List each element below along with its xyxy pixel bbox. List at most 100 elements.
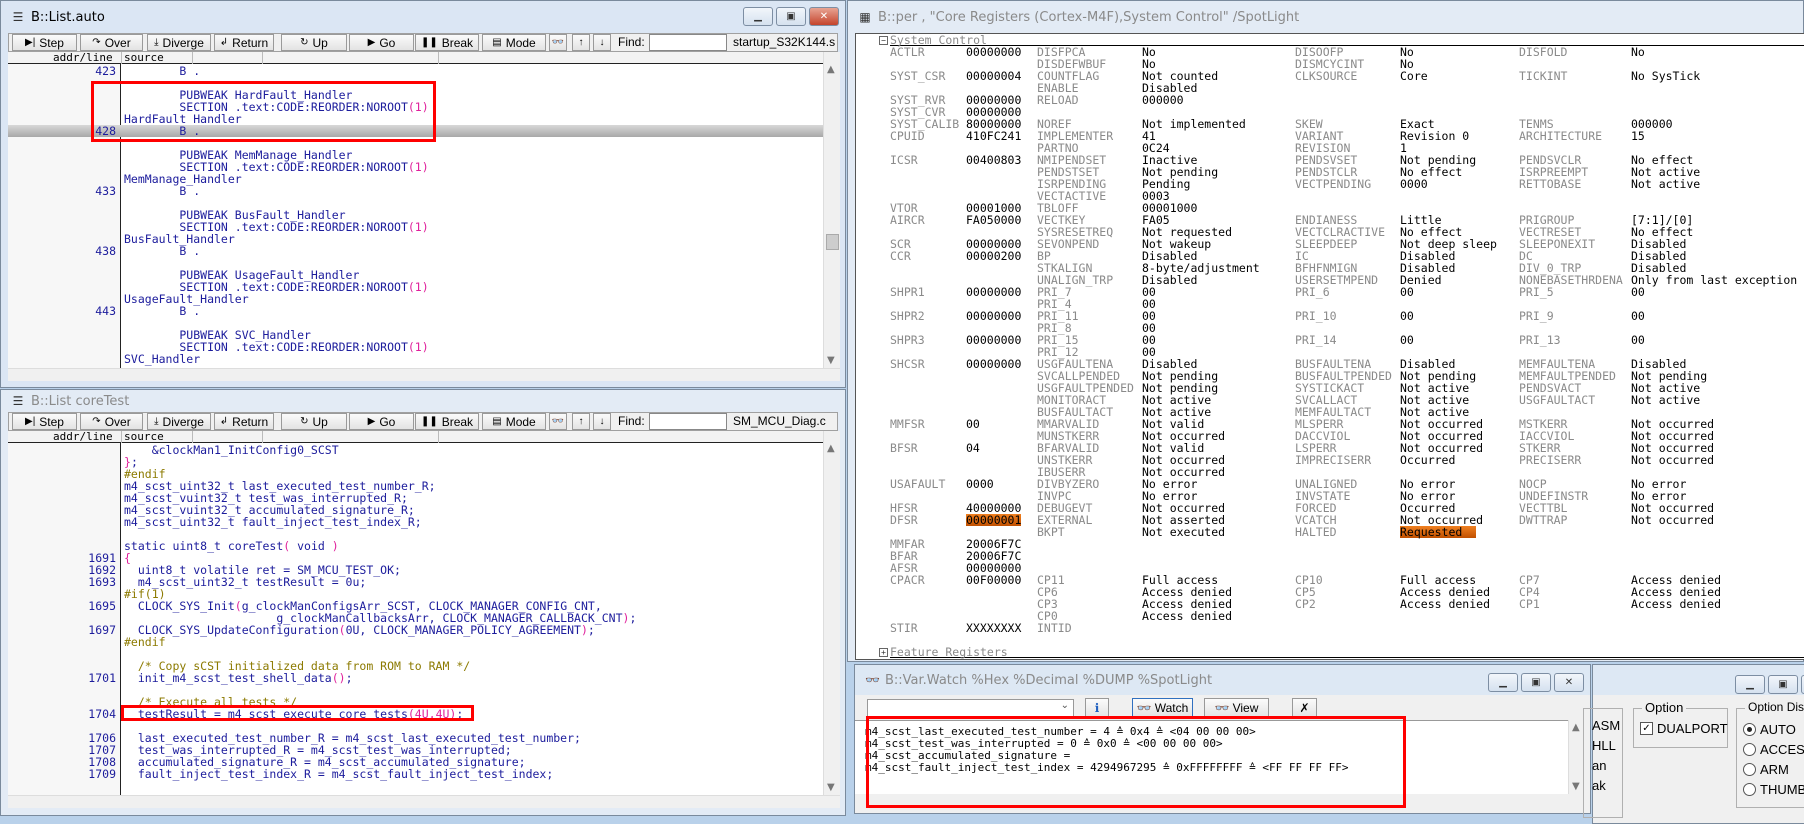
register-value[interactable]: 00000001 — [966, 514, 1022, 526]
view-glasses-button[interactable]: 👓 — [549, 413, 567, 430]
option-asm[interactable]: ASM — [1592, 718, 1620, 733]
radio-arm[interactable]: ARM — [1743, 762, 1789, 777]
minimize-button[interactable]: ▁ — [743, 7, 773, 26]
source-listing[interactable]: &clockMan1_InitConfig0_SCST}; #endif m4_sc… — [8, 443, 823, 795]
field-value[interactable]: Not occurred — [1631, 514, 1714, 526]
field-value[interactable]: 00 — [1400, 286, 1414, 298]
register-row[interactable]: UNSTKERR Not occurred IMPRECISERR Occurred P… — [856, 454, 1804, 466]
code-line[interactable]: 1701 init_m4_scst_test_shell_data(); — [8, 672, 823, 684]
title-bar[interactable]: 👓 B::Var.Watch %Hex %Decimal %DUMP %SpotL… — [855, 665, 1590, 695]
delete-button[interactable]: ✗ — [1292, 698, 1317, 718]
register-value[interactable]: 00000000 — [966, 358, 1021, 370]
code-line[interactable]: 423 B . — [8, 65, 823, 77]
over-button[interactable]: ↷ Over — [80, 34, 143, 51]
code-line[interactable]: SVC_Handler — [8, 353, 823, 365]
view-button[interactable]: 👓 View — [1204, 698, 1269, 718]
radio-access[interactable]: ACCESS — [1743, 742, 1804, 757]
dualport-checkbox[interactable]: ✓ DUALPORT — [1640, 721, 1728, 736]
register-value[interactable]: XXXXXXXX — [966, 622, 1021, 634]
down-frame-button[interactable]: ↓ — [593, 413, 611, 430]
register-value[interactable]: 00000000 — [966, 334, 1021, 346]
register-value[interactable]: 00000004 — [966, 70, 1021, 82]
option-hll[interactable]: HLL — [1592, 738, 1616, 753]
radio-thumb[interactable]: THUMB — [1743, 782, 1804, 797]
return-button[interactable]: ↲ Return — [214, 413, 274, 430]
step-button[interactable]: ▶| Step — [12, 413, 77, 430]
diverge-button[interactable]: ⤓ Diverge — [147, 34, 211, 51]
register-row[interactable]: SHPR3 00000000 PRI_15 00 PRI_14 00 PRI_13 00 — [856, 334, 1804, 346]
register-value[interactable]: 00400803 — [966, 154, 1021, 166]
code-line[interactable]: 443 B . — [8, 305, 823, 317]
watch-button[interactable]: 👓 Watch — [1132, 698, 1193, 718]
field-value[interactable]: Not active — [1631, 178, 1700, 190]
field-value[interactable]: Access denied — [1631, 598, 1721, 610]
option-mixed[interactable]: an — [1592, 758, 1606, 773]
section-feature-registers[interactable]: Feature Registers — [890, 646, 1804, 658]
register-row[interactable]: STIR XXXXXXXX INTID — [856, 622, 1804, 634]
code-line[interactable]: m4_scst_uint32_t fault_inject_test_index… — [8, 516, 823, 528]
option-break[interactable]: ak — [1592, 778, 1606, 793]
down-frame-button[interactable]: ↓ — [593, 34, 611, 51]
register-value[interactable]: 04 — [966, 442, 980, 454]
return-button[interactable]: ↲ Return — [214, 34, 274, 51]
field-value[interactable]: Not active — [1631, 394, 1700, 406]
vertical-scrollbar[interactable]: ▲ ▼ — [823, 52, 840, 368]
radio-auto[interactable]: AUTO — [1743, 722, 1796, 737]
minimize-button[interactable]: ▁ — [1488, 673, 1518, 692]
addr-line-header[interactable]: addr/line — [53, 431, 113, 443]
field-value[interactable]: 0000 — [1400, 178, 1428, 190]
scroll-down-icon[interactable]: ▼ — [827, 782, 835, 793]
code-line[interactable]: 1709 fault_inject_test_index_R = m4_scst… — [8, 768, 823, 780]
register-row[interactable]: SHPR2 00000000 PRI_11 00 PRI_10 00 PRI_9 00 — [856, 310, 1804, 322]
code-line[interactable]: #endif — [8, 636, 823, 648]
go-button[interactable]: ▶ Go — [349, 413, 414, 430]
over-button[interactable]: ↷ Over — [80, 413, 143, 430]
view-glasses-button[interactable]: 👓 — [549, 34, 567, 51]
scroll-up-icon[interactable]: ▲ — [827, 443, 835, 454]
horizontal-scrollbar[interactable] — [8, 795, 840, 808]
maximize-button[interactable]: ▣ — [1768, 675, 1798, 694]
field-value[interactable]: Requested — [1400, 526, 1477, 538]
field-value[interactable]: 00 — [1631, 334, 1645, 346]
register-value[interactable]: 00000200 — [966, 250, 1021, 262]
mode-button[interactable]: ▤ Mode — [482, 34, 546, 51]
title-bar[interactable]: ▦ B::per , "Core Registers (Cortex-M4F),S… — [848, 1, 1803, 33]
field-value[interactable]: Revision 0 — [1400, 130, 1469, 142]
up-frame-button[interactable]: ↑ — [572, 413, 590, 430]
addr-line-header[interactable]: addr/line — [53, 52, 113, 64]
collapse-icon[interactable]: − — [879, 36, 888, 45]
close-button[interactable]: ✕ — [809, 7, 839, 26]
register-value[interactable]: FA050000 — [966, 214, 1021, 226]
minimize-button[interactable]: ▁ — [1735, 675, 1765, 694]
scroll-up-icon[interactable]: ▲ — [827, 64, 835, 75]
field-value[interactable]: Occurred — [1400, 454, 1455, 466]
break-button[interactable]: ❚❚ Break — [415, 413, 479, 430]
mode-button[interactable]: ▤ Mode — [482, 413, 546, 430]
register-row[interactable]: SYST_CSR 00000004 COUNTFLAG Not counted CLKS… — [856, 70, 1804, 82]
register-row[interactable]: CP3 Access denied CP2 Access denied CP1 Acces… — [856, 598, 1804, 610]
field-value[interactable]: Access denied — [1142, 610, 1232, 622]
code-line[interactable]: 433 B . — [8, 185, 823, 197]
field-value[interactable]: 15 — [1631, 130, 1645, 142]
scroll-up-icon[interactable]: ▲ — [1572, 722, 1580, 733]
field-value[interactable]: Access denied — [1400, 598, 1490, 610]
close-button[interactable]: ✕ — [1554, 673, 1584, 692]
maximize-button[interactable]: ▣ — [1521, 673, 1551, 692]
field-value[interactable]: No — [1631, 46, 1645, 58]
info-button[interactable]: ℹ — [1085, 698, 1109, 718]
break-button[interactable]: ❚❚ Break — [415, 34, 479, 51]
title-bar[interactable]: ☰ B::List coreTest — [1, 390, 845, 412]
register-value[interactable]: 00000000 — [966, 310, 1021, 322]
field-value[interactable]: Not occurred — [1631, 454, 1714, 466]
go-button[interactable]: ▶ Go — [349, 34, 414, 51]
field-value[interactable]: 00 — [1631, 310, 1645, 322]
field-value[interactable]: Not executed — [1142, 526, 1225, 538]
horizontal-scrollbar[interactable] — [8, 368, 840, 381]
expand-icon[interactable]: + — [879, 648, 888, 657]
diverge-button[interactable]: ⤓ Diverge — [147, 413, 211, 430]
register-value[interactable]: 00F00000 — [966, 574, 1021, 586]
field-value[interactable]: 00 — [1400, 310, 1414, 322]
source-header[interactable]: source — [124, 52, 164, 64]
field-value[interactable]: Not implemented — [1142, 118, 1246, 130]
section-system-control[interactable]: System Control — [890, 34, 1804, 46]
